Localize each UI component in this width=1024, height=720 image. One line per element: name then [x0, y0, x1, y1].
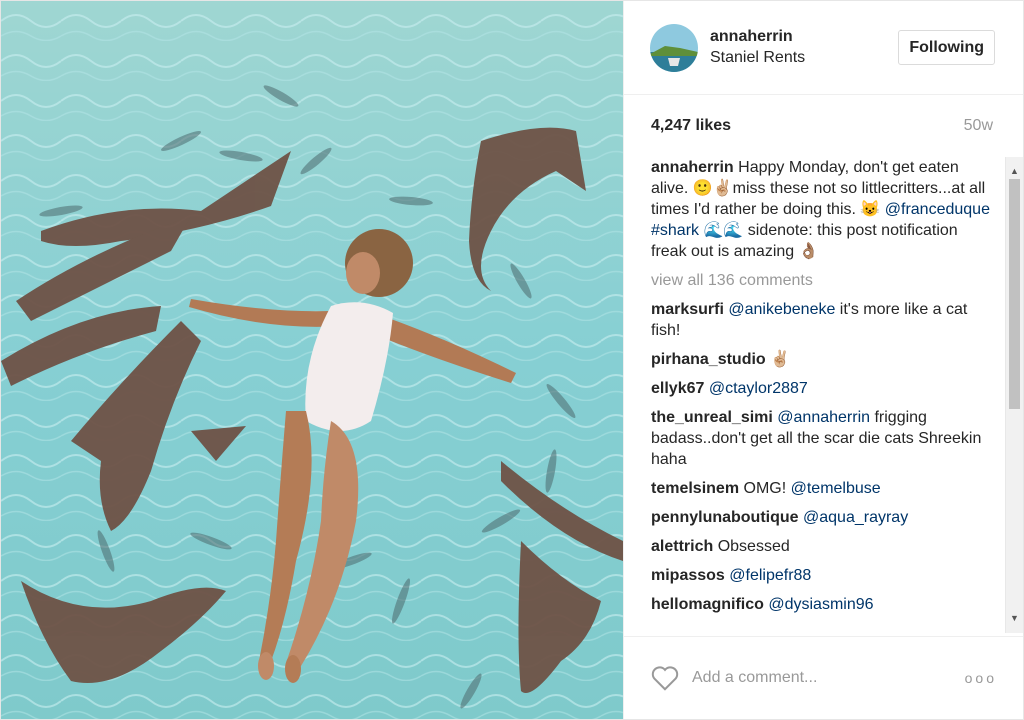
caption-mention[interactable]: @franceduque [885, 201, 990, 218]
caption-hashtag[interactable]: #shark [651, 222, 699, 239]
scrollbar-thumb[interactable] [1009, 179, 1020, 409]
comment-mention[interactable]: @aqua_rayray [803, 509, 908, 526]
comment: pirhana_studio ✌🏼 [651, 349, 997, 370]
comment: ellyk67 @ctaylor2887 [651, 378, 997, 399]
comment-username[interactable]: pennylunaboutique [651, 509, 799, 526]
comment-mention[interactable]: @felipefr88 [729, 567, 811, 584]
caption-username[interactable]: annaherrin [651, 159, 734, 176]
comment-username[interactable]: mipassos [651, 567, 725, 584]
avatar[interactable] [650, 23, 698, 72]
comment-mention[interactable]: @ctaylor2887 [709, 380, 808, 397]
comment: hellomagnifico @dysiasmin96 [651, 594, 997, 615]
comment-mention[interactable]: @annaherrin [777, 409, 870, 426]
caption: annaherrin Happy Monday, don't get eaten… [651, 157, 997, 262]
comment-text: OMG! [743, 480, 791, 497]
comment-username[interactable]: marksurfi [651, 301, 724, 318]
comment-username[interactable]: hellomagnifico [651, 596, 764, 613]
view-all-comments-link[interactable]: view all 136 comments [651, 270, 997, 291]
more-options-icon[interactable]: ooo [965, 670, 997, 686]
comment: alettrich Obsessed [651, 536, 997, 557]
add-comment-bar: Add a comment... ooo [624, 636, 1023, 719]
post-sidebar: annaherrin Staniel Rents Following 4,247… [623, 1, 1023, 719]
comments-scrollbar[interactable]: ▲ ▼ [1005, 157, 1023, 633]
comment: pennylunaboutique @aqua_rayray [651, 507, 997, 528]
post-age[interactable]: 50w [964, 117, 993, 135]
comment-username[interactable]: pirhana_studio [651, 351, 766, 368]
author-info: annaherrin Staniel Rents [710, 27, 898, 69]
post-header: annaherrin Staniel Rents Following [624, 1, 1023, 95]
heart-icon[interactable] [650, 664, 680, 692]
comment-mention[interactable]: @anikebeneke [728, 301, 835, 318]
post-image [1, 1, 623, 719]
following-button[interactable]: Following [898, 30, 995, 65]
scroll-down-arrow-icon[interactable]: ▼ [1010, 608, 1019, 629]
post-location[interactable]: Staniel Rents [710, 47, 898, 69]
comment: temelsinem OMG! @temelbuse [651, 478, 997, 499]
author-username[interactable]: annaherrin [710, 27, 898, 47]
add-comment-input[interactable]: Add a comment... [692, 669, 965, 687]
comment-username[interactable]: the_unreal_simi [651, 409, 773, 426]
comments-list[interactable]: annaherrin Happy Monday, don't get eaten… [624, 157, 1023, 636]
comment-text: ✌🏼 [770, 351, 791, 368]
post-modal: annaherrin Staniel Rents Following 4,247… [0, 0, 1024, 720]
post-stats: 4,247 likes 50w [624, 95, 1023, 157]
comment-username[interactable]: temelsinem [651, 480, 739, 497]
likes-count[interactable]: 4,247 likes [651, 117, 731, 135]
comment: the_unreal_simi @annaherrin frigging bad… [651, 407, 997, 470]
comment-text: Obsessed [717, 538, 790, 555]
comment-mention[interactable]: @temelbuse [791, 480, 881, 497]
comment-username[interactable]: ellyk67 [651, 380, 704, 397]
comment: mipassos @felipefr88 [651, 565, 997, 586]
comment-username[interactable]: alettrich [651, 538, 713, 555]
comment: marksurfi @anikebeneke it's more like a … [651, 299, 997, 341]
post-photo[interactable] [1, 1, 623, 719]
caption-emoji-2: 😺 [860, 201, 885, 218]
comment-mention[interactable]: @dysiasmin96 [768, 596, 873, 613]
caption-emoji-1: 🙂✌🏼 [692, 180, 733, 197]
